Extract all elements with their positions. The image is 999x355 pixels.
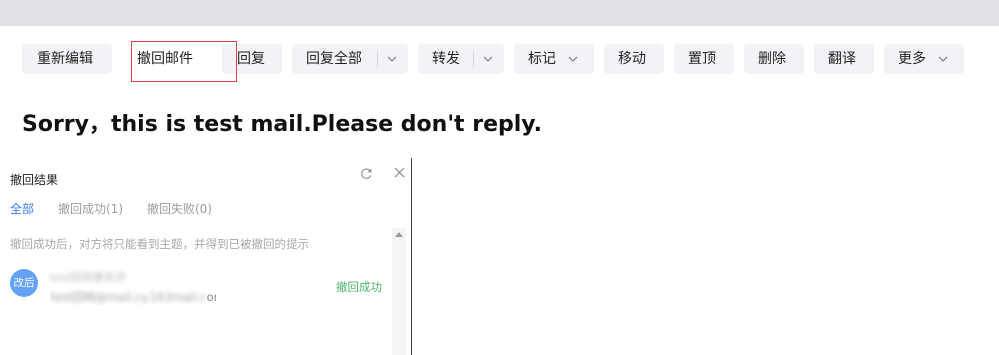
scroll-up-arrow-icon[interactable] <box>395 232 403 237</box>
reply-all-button[interactable]: 回复全部 <box>292 44 408 74</box>
mark-label: 标记 <box>528 51 556 67</box>
more-button[interactable]: 更多 <box>884 44 964 74</box>
move-button[interactable]: 移动 <box>604 44 664 74</box>
recall-mail-button[interactable]: 撤回邮件 <box>122 44 212 74</box>
delete-label: 删除 <box>758 51 786 67</box>
translate-button[interactable]: 翻译 <box>814 44 874 74</box>
tab-all[interactable]: 全部 <box>10 200 34 217</box>
window-top-bar <box>0 0 999 26</box>
translate-label: 翻译 <box>828 51 856 67</box>
scrollbar[interactable] <box>392 228 406 355</box>
forward-label: 转发 <box>432 51 460 67</box>
more-label: 更多 <box>898 51 926 67</box>
recipient-email-visible: om <box>206 290 216 304</box>
chevron-down-icon <box>938 56 948 62</box>
pin-top-label: 置顶 <box>688 51 716 67</box>
recipient-email-hidden: test回响@mail.cy.163mail.c <box>50 290 207 304</box>
re-edit-label: 重新编辑 <box>37 51 93 67</box>
chevron-down-icon <box>568 56 578 62</box>
panel-divider <box>411 158 412 355</box>
close-icon[interactable] <box>394 167 405 178</box>
reply-all-label: 回复全部 <box>306 51 362 67</box>
list-item: 改后 test回响事务员 test回响@mail.cy.163mail.com … <box>0 266 390 306</box>
reply-button[interactable]: 回复 <box>222 44 282 74</box>
forward-divider <box>473 51 474 67</box>
pin-top-button[interactable]: 置顶 <box>674 44 734 74</box>
chevron-down-icon[interactable] <box>482 53 494 65</box>
refresh-icon[interactable] <box>360 167 373 180</box>
recipient-name: test回响事务员 <box>50 271 127 284</box>
re-edit-button[interactable]: 重新编辑 <box>22 44 112 74</box>
reply-all-divider <box>377 51 378 67</box>
recall-result-panel: 撤回结果 全部 撤回成功(1) 撤回失败(0) 撤回成功后，对方将只能看到主题，… <box>0 158 412 355</box>
reply-label: 回复 <box>237 51 265 67</box>
move-label: 移动 <box>618 51 646 67</box>
tab-recall-failed[interactable]: 撤回失败(0) <box>147 200 212 217</box>
forward-button[interactable]: 转发 <box>418 44 504 74</box>
tab-recall-success[interactable]: 撤回成功(1) <box>58 200 123 217</box>
chevron-down-icon[interactable] <box>386 53 398 65</box>
recall-hint: 撤回成功后，对方将只能看到主题，并得到已被撤回的提示 <box>10 237 309 251</box>
recall-mail-label: 撤回邮件 <box>137 51 193 67</box>
panel-title: 撤回结果 <box>10 173 59 187</box>
mail-subject: Sorry，this is test mail.Please don't rep… <box>22 112 542 137</box>
delete-button[interactable]: 删除 <box>744 44 804 74</box>
avatar: 改后 <box>10 269 38 297</box>
status-badge: 撤回成功 <box>336 280 382 294</box>
mark-button[interactable]: 标记 <box>514 44 594 74</box>
recipient-email: test回响@mail.cy.163mail.com <box>50 289 216 305</box>
